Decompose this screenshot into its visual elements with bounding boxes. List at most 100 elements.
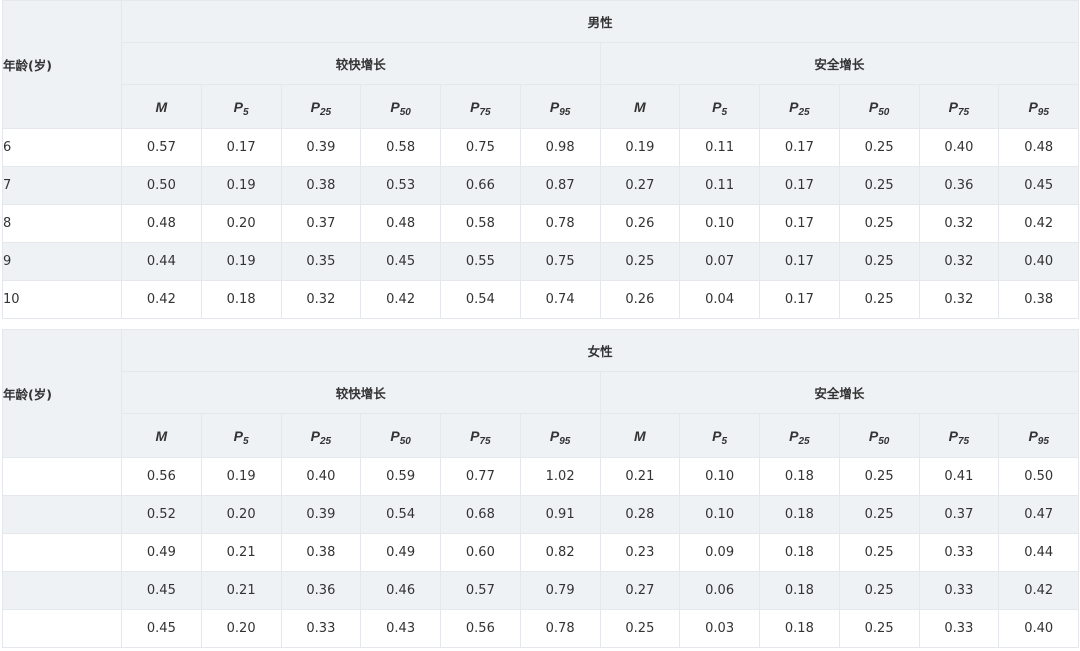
group-header: 较快增长	[121, 371, 601, 414]
value-cell: 0.60	[440, 533, 521, 572]
metric-header: P75	[918, 84, 1000, 129]
metric-subscript: 75	[957, 435, 970, 447]
value-cell: 0.35	[280, 242, 362, 281]
value-cell: 0.48	[360, 204, 441, 243]
metric-header: P25	[280, 413, 362, 458]
value-cell: 0.57	[121, 128, 202, 167]
value-cell: 0.82	[519, 533, 601, 572]
metric-header: P75	[440, 413, 521, 458]
value-cell: 0.91	[519, 495, 601, 534]
value-cell: 0.79	[519, 571, 601, 610]
header-row-group: 较快增长 安全增长	[3, 42, 1080, 85]
value-cell: 0.25	[838, 204, 920, 243]
age-column-header: 年龄(岁)	[2, 0, 122, 129]
metric-header: P95	[998, 413, 1080, 458]
metric-symbol: P	[390, 427, 400, 444]
value-cell: 0.25	[838, 609, 920, 648]
metric-header: M	[599, 84, 681, 129]
table-row: 8 0.48 0.20 0.37 0.48 0.58 0.78 0.26 0.10 0.17 0.2…	[2, 204, 1080, 243]
value-cell: 0.56	[440, 609, 521, 648]
metric-header: P50	[838, 413, 920, 458]
value-cell: 0.20	[200, 609, 282, 648]
value-cell: 0.18	[759, 571, 840, 610]
value-cell: 0.38	[280, 166, 362, 205]
metric-symbol: P	[1028, 427, 1038, 444]
metric-subscript: 75	[957, 106, 970, 118]
value-cell: 0.19	[200, 166, 282, 205]
table-row: 7 0.50 0.19 0.38 0.53 0.66 0.87 0.27 0.11 0.17 0.2…	[2, 166, 1080, 205]
value-cell: 0.17	[200, 128, 282, 167]
group-header: 较快增长	[121, 42, 601, 85]
value-cell: 0.21	[599, 457, 681, 496]
value-cell: 0.50	[998, 457, 1080, 496]
metric-header: P25	[759, 413, 840, 458]
value-cell: 0.20	[200, 495, 282, 534]
metric-symbol: P	[712, 98, 722, 115]
value-cell: 0.19	[599, 128, 681, 167]
table-row: 0.56 0.19 0.40 0.59 0.77 1.02 0.21 0.10 0.18 0.25…	[2, 457, 1080, 496]
value-cell: 0.26	[599, 280, 681, 319]
metric-subscript: 25	[319, 435, 332, 447]
value-cell: 0.66	[440, 166, 521, 205]
value-cell: 0.11	[679, 166, 760, 205]
value-cell: 0.37	[280, 204, 362, 243]
value-cell: 0.17	[759, 280, 840, 319]
value-cell: 0.07	[679, 242, 760, 281]
value-cell: 0.18	[759, 457, 840, 496]
value-cell: 0.10	[679, 495, 760, 534]
value-cell: 0.68	[440, 495, 521, 534]
value-cell: 0.11	[679, 128, 760, 167]
value-cell: 0.20	[200, 204, 282, 243]
value-cell: 0.78	[519, 204, 601, 243]
value-cell: 0.45	[121, 609, 202, 648]
growth-table: 年龄(岁) 男性 较快增长 安全增长 M P5 P25 P50 P75 P95 M P5 P25 P50 P…	[2, 0, 1080, 319]
metric-symbol: P	[868, 427, 879, 444]
value-cell: 0.03	[679, 609, 760, 648]
metric-header: P75	[440, 84, 521, 129]
metric-subscript: 95	[559, 106, 571, 118]
value-cell: 0.25	[838, 457, 920, 496]
metric-header: P95	[998, 84, 1080, 129]
value-cell: 0.49	[360, 533, 441, 572]
value-cell: 0.32	[280, 280, 362, 319]
table-separator	[2, 319, 1080, 329]
header-row-sex: 年龄(岁) 女性	[2, 329, 1080, 458]
value-cell: 0.39	[280, 128, 362, 167]
value-cell: 0.98	[519, 128, 601, 167]
value-cell: 1.02	[519, 457, 601, 496]
metric-symbol: P	[1028, 98, 1038, 115]
table-row: 6 0.57 0.17 0.39 0.58 0.75 0.98 0.19 0.11 0.17 0.2…	[2, 128, 1080, 167]
age-cell	[2, 609, 122, 648]
value-cell: 0.45	[121, 571, 202, 610]
value-cell: 0.10	[679, 457, 760, 496]
value-cell: 0.36	[280, 571, 362, 610]
value-cell: 0.21	[200, 533, 282, 572]
value-cell: 0.25	[599, 242, 681, 281]
metric-symbol: M	[155, 427, 168, 444]
value-cell: 0.17	[759, 128, 840, 167]
value-cell: 0.78	[519, 609, 601, 648]
metric-symbol: P	[310, 98, 320, 115]
value-cell: 0.17	[759, 204, 840, 243]
header-row-metric: M P5 P25 P50 P75 P95 M P5 P25 P50 P75 P95	[3, 84, 1080, 129]
value-cell: 0.04	[679, 280, 760, 319]
age-cell	[2, 533, 122, 572]
value-cell: 0.41	[918, 457, 1000, 496]
value-cell: 0.32	[918, 204, 1000, 243]
metric-subscript: 5	[721, 106, 728, 118]
metric-symbol: P	[712, 427, 722, 444]
value-cell: 0.45	[998, 166, 1080, 205]
metric-symbol: M	[155, 98, 168, 115]
metric-subscript: 95	[1037, 106, 1049, 118]
metric-header: P25	[759, 84, 840, 129]
value-cell: 0.45	[360, 242, 441, 281]
value-cell: 0.46	[360, 571, 441, 610]
value-cell: 0.23	[599, 533, 681, 572]
value-cell: 0.21	[200, 571, 282, 610]
value-cell: 0.25	[838, 280, 920, 319]
value-cell: 0.54	[360, 495, 441, 534]
value-cell: 0.18	[200, 280, 282, 319]
metric-header: M	[121, 413, 202, 458]
metric-subscript: 50	[878, 435, 890, 447]
value-cell: 0.33	[918, 533, 1000, 572]
